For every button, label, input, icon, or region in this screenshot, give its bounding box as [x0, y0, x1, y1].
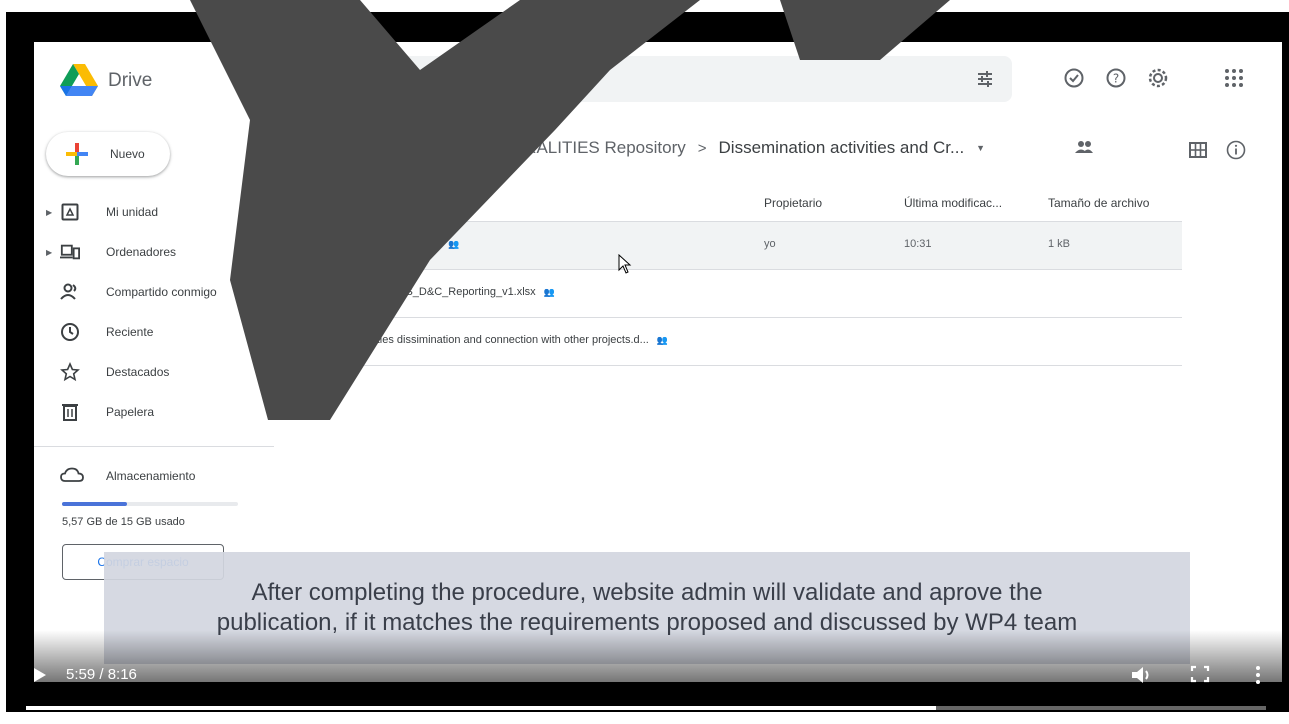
computer-icon [60, 242, 80, 262]
sidebar-item-label: Papelera [106, 405, 155, 419]
settings-icon[interactable] [1146, 66, 1170, 90]
sidebar-item-starred[interactable]: Destacados [34, 352, 274, 392]
video-time: 5:59 / 8:16 [66, 666, 137, 683]
file-row[interactable]: Ruralities dissimination and connection … [292, 318, 1182, 366]
breadcrumb-dropdown-icon[interactable]: ▼ [976, 143, 985, 153]
drive-icon [60, 202, 80, 222]
column-size[interactable]: Tamaño de archivo [1048, 196, 1149, 210]
new-button[interactable]: Nuevo [46, 132, 170, 176]
expand-arrow-icon[interactable]: ▶ [46, 248, 52, 257]
shared-badge-icon: 👥 [543, 286, 555, 297]
offline-status-icon[interactable] [1062, 66, 1086, 90]
clock-icon [60, 322, 80, 342]
sidebar-nav: ▶ Mi unidad ▶ Ordenadores Compartido con… [34, 192, 274, 432]
info-icon[interactable] [1226, 140, 1246, 165]
sheets-file-icon [312, 238, 326, 252]
sidebar-item-my-drive[interactable]: ▶ Mi unidad [34, 192, 274, 232]
file-row[interactable]: RURALITIES_D&C_Reporting_v1.xlsx 👥 [292, 270, 1182, 318]
sidebar-divider [34, 446, 274, 447]
new-button-label: Nuevo [110, 147, 145, 161]
file-modified: 10:31 [904, 238, 932, 250]
sidebar-item-recent[interactable]: Reciente [34, 312, 274, 352]
file-owner: yo [764, 238, 776, 250]
breadcrumb-item[interactable]: RURALITIES Repository [500, 138, 686, 158]
sidebar-item-label: Destacados [106, 365, 170, 379]
search-box[interactable]: Buscar en Drive [292, 56, 1012, 102]
play-icon[interactable] [32, 666, 48, 684]
grid-view-icon[interactable] [1189, 142, 1207, 163]
excel-file-icon [312, 286, 326, 300]
video-progress-bar[interactable] [26, 706, 1266, 710]
shared-badge-icon: 👥 [656, 334, 669, 345]
storage-usage-fill [62, 502, 128, 506]
app-name: Drive [108, 70, 153, 91]
expand-arrow-icon[interactable]: ▶ [46, 208, 52, 217]
column-owner[interactable]: Propietario [764, 196, 822, 210]
storage-section: Almacenamiento 5,57 GB de 15 GB usado Co… [34, 456, 274, 580]
column-modified[interactable]: Última modificac... [904, 196, 1002, 210]
sort-arrow-icon[interactable]: ↓ [363, 196, 369, 210]
breadcrumb: Compartido conmigo > RURALITIES Reposito… [310, 138, 985, 158]
file-name: RURALITIES_D&C_Reporting_v1.xlsx [348, 286, 536, 298]
file-row[interactable]: Social media posts 👥 yo 10:31 1 kB [292, 222, 1182, 270]
storage-usage-text: 5,57 GB de 15 GB usado [62, 516, 185, 528]
trash-icon [60, 402, 80, 422]
caption-line: After completing the procedure, website … [251, 579, 1043, 606]
sidebar-item-label: Compartido conmigo [106, 285, 217, 299]
drive-logo-icon [60, 64, 98, 96]
sidebar-item-label: Mi unidad [106, 205, 159, 219]
sidebar-item-storage[interactable]: Almacenamiento [34, 456, 274, 496]
header-icons: ? [1062, 66, 1170, 90]
breadcrumb-item[interactable]: Compartido conmigo [310, 138, 467, 158]
search-options-icon[interactable] [976, 70, 994, 88]
file-name: Social media posts [348, 238, 441, 250]
fullscreen-icon[interactable] [1190, 665, 1210, 683]
search-icon [309, 70, 326, 87]
video-controls: 5:59 / 8:16 [6, 660, 1289, 700]
sidebar-item-shared[interactable]: Compartido conmigo [34, 272, 274, 312]
star-icon [60, 362, 80, 382]
word-file-icon [312, 334, 326, 348]
volume-icon[interactable] [1130, 664, 1154, 686]
cloud-icon [60, 467, 84, 486]
mouse-cursor-icon [618, 254, 632, 274]
sidebar-item-label: Reciente [106, 325, 154, 339]
sidebar-item-trash[interactable]: Papelera [34, 392, 274, 432]
storage-label: Almacenamiento [106, 469, 196, 483]
sidebar-item-computers[interactable]: ▶ Ordenadores [34, 232, 274, 272]
more-options-icon[interactable] [1254, 664, 1262, 686]
search-input[interactable]: Buscar en Drive [348, 71, 455, 88]
shared-icon [60, 282, 80, 302]
sidebar-item-label: Ordenadores [106, 245, 177, 259]
file-size: 1 kB [1048, 238, 1071, 250]
drive-logo[interactable]: Drive [60, 64, 152, 98]
apps-grid-icon[interactable] [1224, 68, 1244, 93]
shared-folder-icon [1074, 140, 1094, 159]
column-label: Nombre [312, 196, 355, 210]
video-progress-fill [26, 706, 937, 710]
plus-icon [66, 143, 88, 165]
column-name[interactable]: Nombre ↓ [312, 196, 369, 210]
shared-badge-icon: 👥 [448, 238, 460, 249]
breadcrumb-separator: > [478, 139, 488, 157]
file-name: Ruralities dissimination and connection … [348, 334, 649, 346]
breadcrumb-separator: > [697, 139, 707, 157]
page: Drive Buscar en Drive ? Nuevo ▶ Mi unida… [0, 0, 1289, 724]
storage-usage-bar [62, 502, 238, 506]
svg-text:?: ? [1113, 72, 1119, 86]
breadcrumb-current[interactable]: Dissemination activities and Cr... [719, 138, 965, 158]
file-list-header: Nombre ↓ Propietario Última modificac...… [292, 188, 1182, 222]
help-icon[interactable]: ? [1104, 66, 1128, 90]
